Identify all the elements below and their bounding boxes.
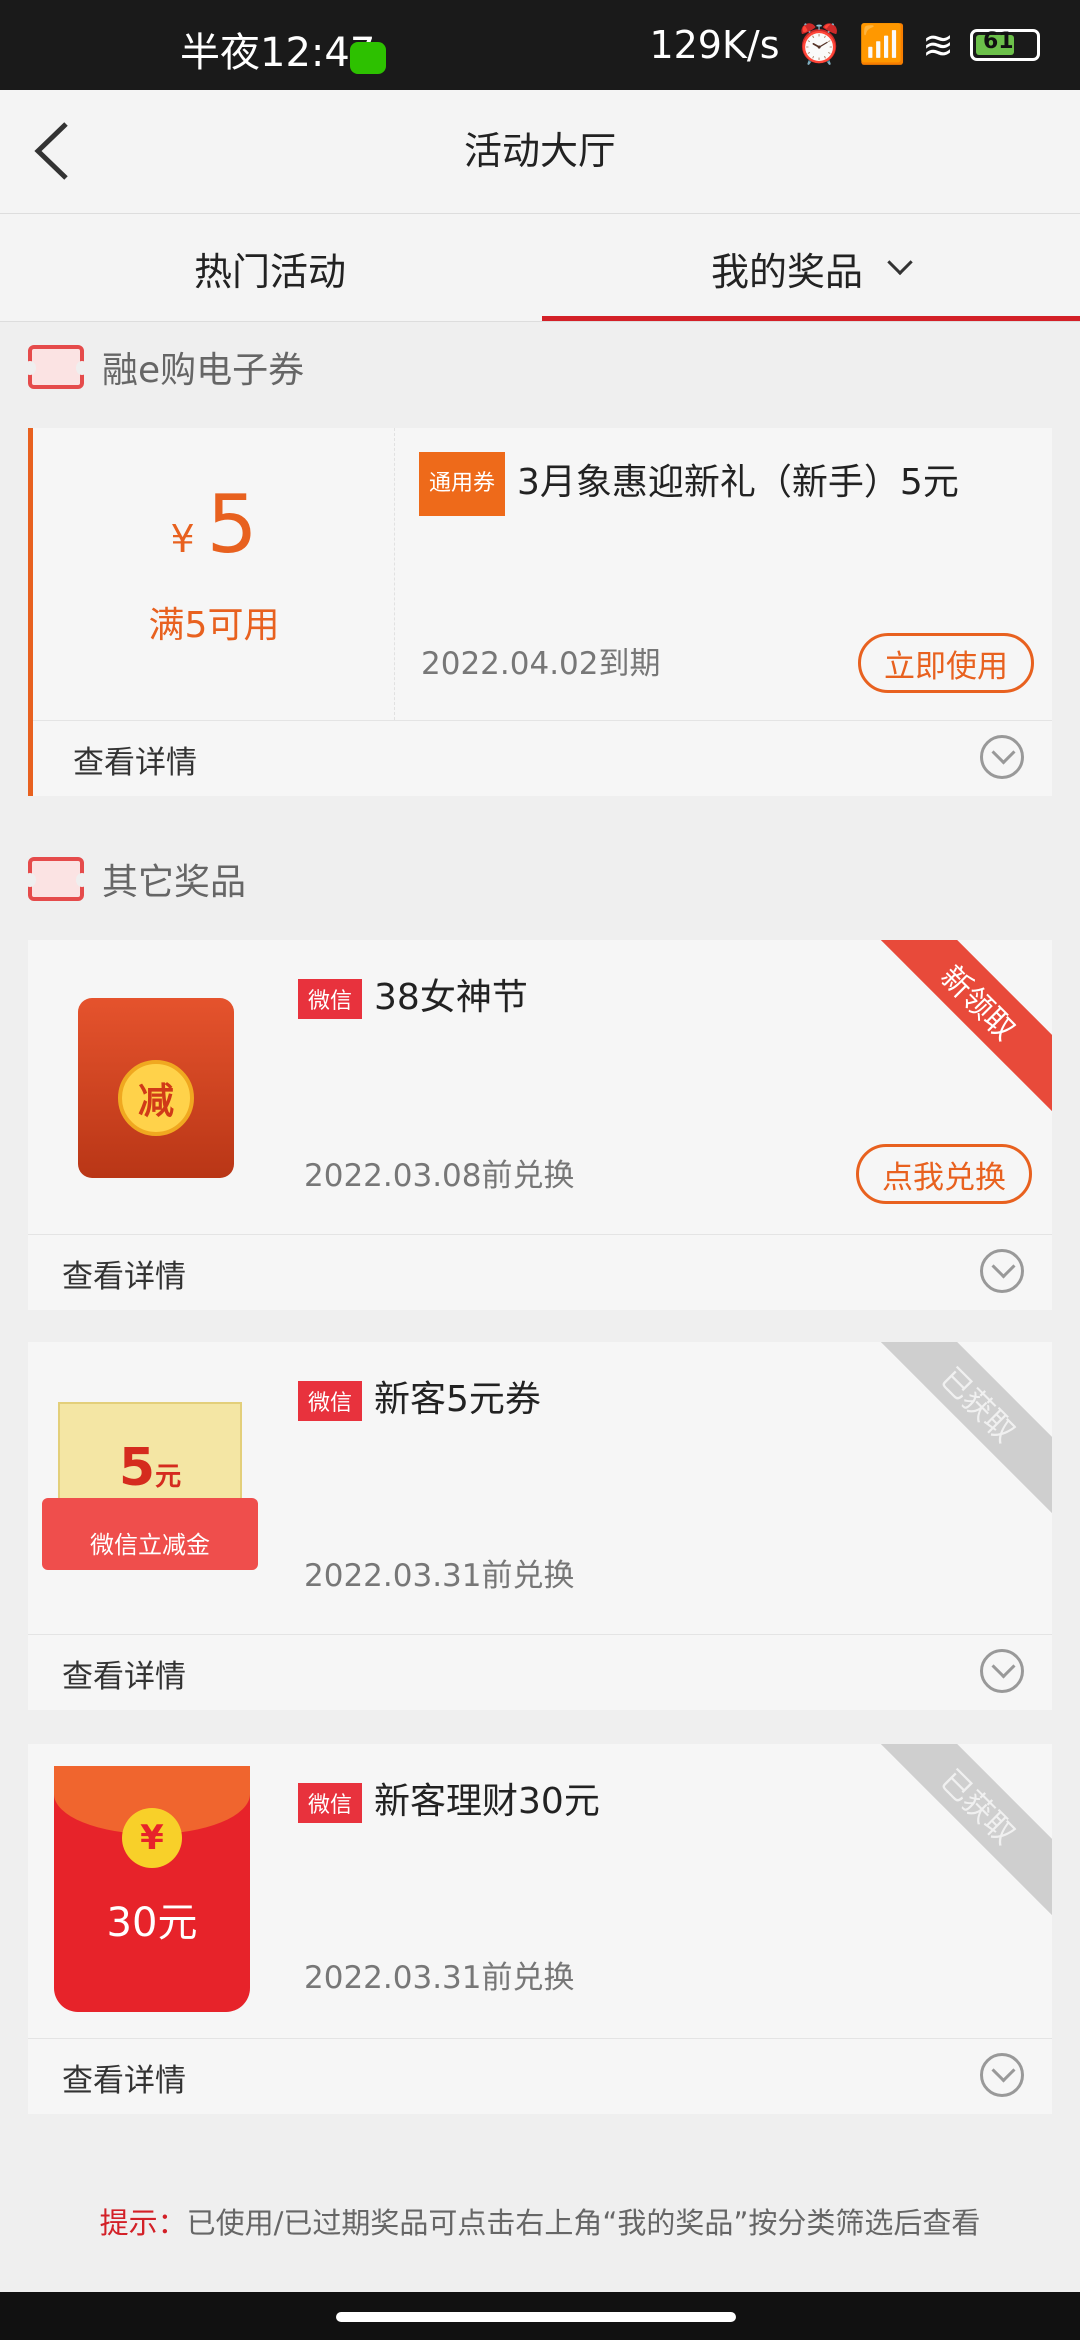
detail-row[interactable]: 查看详情 <box>28 1634 1052 1710</box>
tab-label: 热门活动 <box>193 249 346 294</box>
net-speed: 129K/s <box>649 22 780 67</box>
voucher-amount: 5元 <box>118 1438 182 1498</box>
discount-coin: 减 <box>118 1060 194 1136</box>
chevron-down-icon <box>887 249 913 276</box>
use-now-button[interactable]: 立即使用 <box>858 633 1034 693</box>
coupon-expire: 2022.04.02到期 <box>421 646 661 682</box>
detail-row[interactable]: 查看详情 <box>28 1234 1052 1310</box>
prize-expire: 2022.03.08前兑换 <box>304 1158 575 1194</box>
alarm-icon: ⏰ <box>795 22 843 66</box>
system-nav-bar <box>0 2292 1080 2340</box>
status-right: 129K/s ⏰ 📶 ≋ 61 <box>649 22 1040 67</box>
expand-circle-icon[interactable] <box>980 1249 1024 1293</box>
prize-expire: 2022.03.31前兑换 <box>304 1960 575 1996</box>
home-handle[interactable] <box>336 2312 736 2322</box>
tab-active-indicator <box>542 316 1080 321</box>
tip-text: 提示：已使用/已过期奖品可点击右上角“我的奖品”按分类筛选后查看 <box>0 2200 1080 2242</box>
status-time: 半夜12:47 <box>180 30 376 76</box>
detail-label: 查看详情 <box>62 2063 186 2099</box>
detail-label: 查看详情 <box>62 1259 186 1295</box>
wifi-icon: ≋ <box>922 22 954 67</box>
prize-title-block: 微信 新客5元券 <box>298 1370 541 1422</box>
detail-label: 查看详情 <box>73 745 197 781</box>
expand-circle-icon[interactable] <box>980 2053 1024 2097</box>
prize-expire: 2022.03.31前兑换 <box>304 1558 575 1594</box>
status-ribbon: 已获取 <box>868 1342 1052 1515</box>
red-envelope-image: 减 <box>78 998 234 1178</box>
signal-icon: 📶 <box>858 22 907 66</box>
header: 活动大厅 <box>0 90 1080 214</box>
detail-row[interactable]: 查看详情 <box>33 720 1052 796</box>
ticket-icon <box>24 857 88 901</box>
tab-my-prizes[interactable]: 我的奖品 <box>540 214 1080 322</box>
section-title-other: 其它奖品 <box>24 854 247 904</box>
prize-card: 减 微信 38女神节 2022.03.08前兑换 点我兑换 新领取 查看详情 <box>28 940 1052 1310</box>
amount-value: 5 <box>206 478 258 571</box>
coupon-amount: ¥5 <box>33 478 395 571</box>
coupon-value-block: ¥5 满5可用 <box>33 428 395 720</box>
page-title: 活动大厅 <box>463 129 616 173</box>
status-bar: 半夜12:47 129K/s ⏰ 📶 ≋ 61 <box>0 0 1080 90</box>
prize-title: 38女神节 <box>374 977 528 1018</box>
coupon-title: 3月象惠迎新礼（新手）5元 <box>517 462 959 503</box>
prize-title-block: 微信 38女神节 <box>298 968 528 1020</box>
prize-title: 新客理财30元 <box>374 1781 600 1822</box>
voucher-image: 5元 微信立减金 <box>42 1402 258 1570</box>
prize-card: ¥ 30元 微信 新客理财30元 2022.03.31前兑换 已获取 查看详情 <box>28 1744 1052 2114</box>
status-ribbon: 已获取 <box>868 1744 1052 1917</box>
tab-bar: 热门活动 我的奖品 <box>0 214 1080 322</box>
section-title-coupons: 融e购电子券 <box>24 342 305 392</box>
coupon-title-block: 通用券 3月象惠迎新礼（新手）5元 <box>419 452 1019 516</box>
voucher-caption: 微信立减金 <box>42 1498 258 1570</box>
prize-tag: 微信 <box>298 1783 363 1823</box>
coupon-card: ¥5 满5可用 通用券 3月象惠迎新礼（新手）5元 2022.04.02到期 立即… <box>28 428 1052 796</box>
hongbao-image: ¥ 30元 <box>54 1766 250 2012</box>
currency-symbol: ¥ <box>170 517 195 561</box>
wechat-icon <box>350 42 386 74</box>
tip-body: 已使用/已过期奖品可点击右上角“我的奖品”按分类筛选后查看 <box>186 2206 981 2240</box>
expand-circle-icon[interactable] <box>980 735 1024 779</box>
prize-card: 5元 微信立减金 微信 新客5元券 2022.03.31前兑换 已获取 查看详情 <box>28 1342 1052 1710</box>
section-title-text: 其它奖品 <box>102 862 247 903</box>
ticket-icon <box>24 345 88 389</box>
battery-level: 61 <box>983 28 1014 54</box>
expand-circle-icon[interactable] <box>980 1649 1024 1693</box>
section-title-text: 融e购电子券 <box>102 350 305 391</box>
prize-tag: 微信 <box>298 1381 363 1421</box>
hongbao-amount: 30元 <box>106 1900 198 1946</box>
tip-label: 提示： <box>99 2206 187 2240</box>
detail-label: 查看详情 <box>62 1659 186 1695</box>
redeem-button[interactable]: 点我兑换 <box>856 1144 1032 1204</box>
coupon-tag: 通用券 <box>419 452 506 516</box>
status-ribbon: 新领取 <box>868 940 1052 1113</box>
yuan-coin: ¥ <box>122 1808 182 1868</box>
battery-icon: 61 <box>970 28 1040 61</box>
detail-row[interactable]: 查看详情 <box>28 2038 1052 2114</box>
coupon-condition: 满5可用 <box>148 605 280 646</box>
tab-label: 我的奖品 <box>710 249 863 294</box>
prize-tag: 微信 <box>298 979 363 1019</box>
prize-title: 新客5元券 <box>374 1379 541 1420</box>
prize-title-block: 微信 新客理财30元 <box>298 1772 600 1824</box>
tab-hot-activities[interactable]: 热门活动 <box>0 214 540 322</box>
